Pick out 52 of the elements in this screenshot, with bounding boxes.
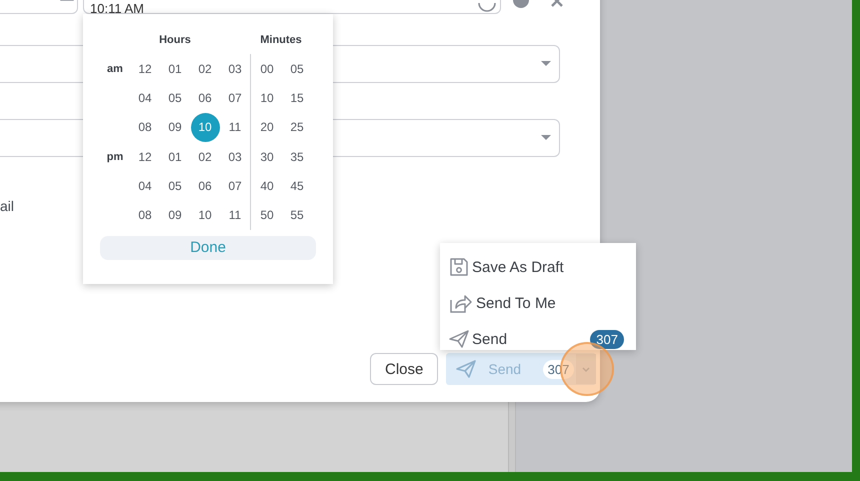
hour-option[interactable]: 11 [220, 112, 250, 142]
minute-option[interactable]: 30 [252, 142, 282, 172]
hour-option[interactable]: 03 [220, 54, 250, 84]
hour-option[interactable]: 12 [130, 142, 160, 172]
count-badge: 307 [590, 330, 624, 348]
minute-option[interactable]: 45 [282, 171, 312, 200]
menu-item[interactable]: Send To Me [440, 285, 636, 321]
floppy-disk-icon [449, 257, 469, 277]
hour-option[interactable]: 11 [220, 200, 250, 230]
hour-option[interactable]: 04 [130, 83, 160, 113]
minute-option[interactable]: 35 [282, 142, 312, 172]
minute-option[interactable]: 10 [252, 83, 282, 113]
hour-option[interactable]: 02 [190, 54, 220, 84]
hour-option[interactable]: 05 [160, 83, 190, 113]
field-label: ail [0, 198, 14, 214]
hour-option[interactable]: 08 [130, 112, 160, 142]
minute-option[interactable]: 15 [282, 83, 312, 113]
hour-option[interactable]: 08 [130, 200, 160, 230]
send-label: Send [488, 361, 522, 377]
column-header: Hours [158, 34, 192, 46]
time-value: 10:11 AM [90, 1, 144, 16]
hour-option[interactable]: 05 [160, 171, 190, 200]
hour-option[interactable]: 06 [190, 83, 220, 113]
hour-option[interactable]: 06 [190, 171, 220, 200]
minute-option[interactable]: 25 [282, 112, 312, 142]
paper-plane-icon [456, 360, 476, 378]
hour-option[interactable]: 09 [160, 200, 190, 230]
caret-icon [541, 61, 551, 66]
hour-option[interactable]: 10 [190, 200, 220, 230]
period-label: pm [106, 150, 124, 165]
hour-option[interactable]: 07 [220, 83, 250, 113]
hour-option[interactable]: 12 [130, 54, 160, 84]
paper-plane-icon [449, 330, 469, 348]
hour-option[interactable]: 04 [130, 171, 160, 200]
column-header: Minutes [259, 34, 303, 46]
menu-item[interactable]: Save As Draft [440, 249, 636, 285]
hour-option[interactable]: 07 [220, 171, 250, 200]
caret-icon [541, 135, 551, 140]
hour-option[interactable]: 09 [160, 112, 190, 142]
minute-option[interactable]: 50 [252, 200, 282, 230]
minute-option[interactable]: 05 [282, 54, 312, 84]
chevron-icon [582, 366, 590, 372]
hour-option[interactable]: 01 [160, 142, 190, 172]
minute-option[interactable]: 55 [282, 200, 312, 230]
close-button[interactable]: Close [370, 353, 438, 385]
period-label: am [106, 62, 124, 77]
minute-option[interactable]: 40 [252, 171, 282, 200]
hour-option[interactable]: 03 [220, 142, 250, 172]
hour-option[interactable]: 01 [160, 54, 190, 84]
minute-option[interactable]: 00 [252, 54, 282, 84]
hour-option[interactable]: 02 [190, 142, 220, 172]
minute-option[interactable]: 20 [252, 112, 282, 142]
